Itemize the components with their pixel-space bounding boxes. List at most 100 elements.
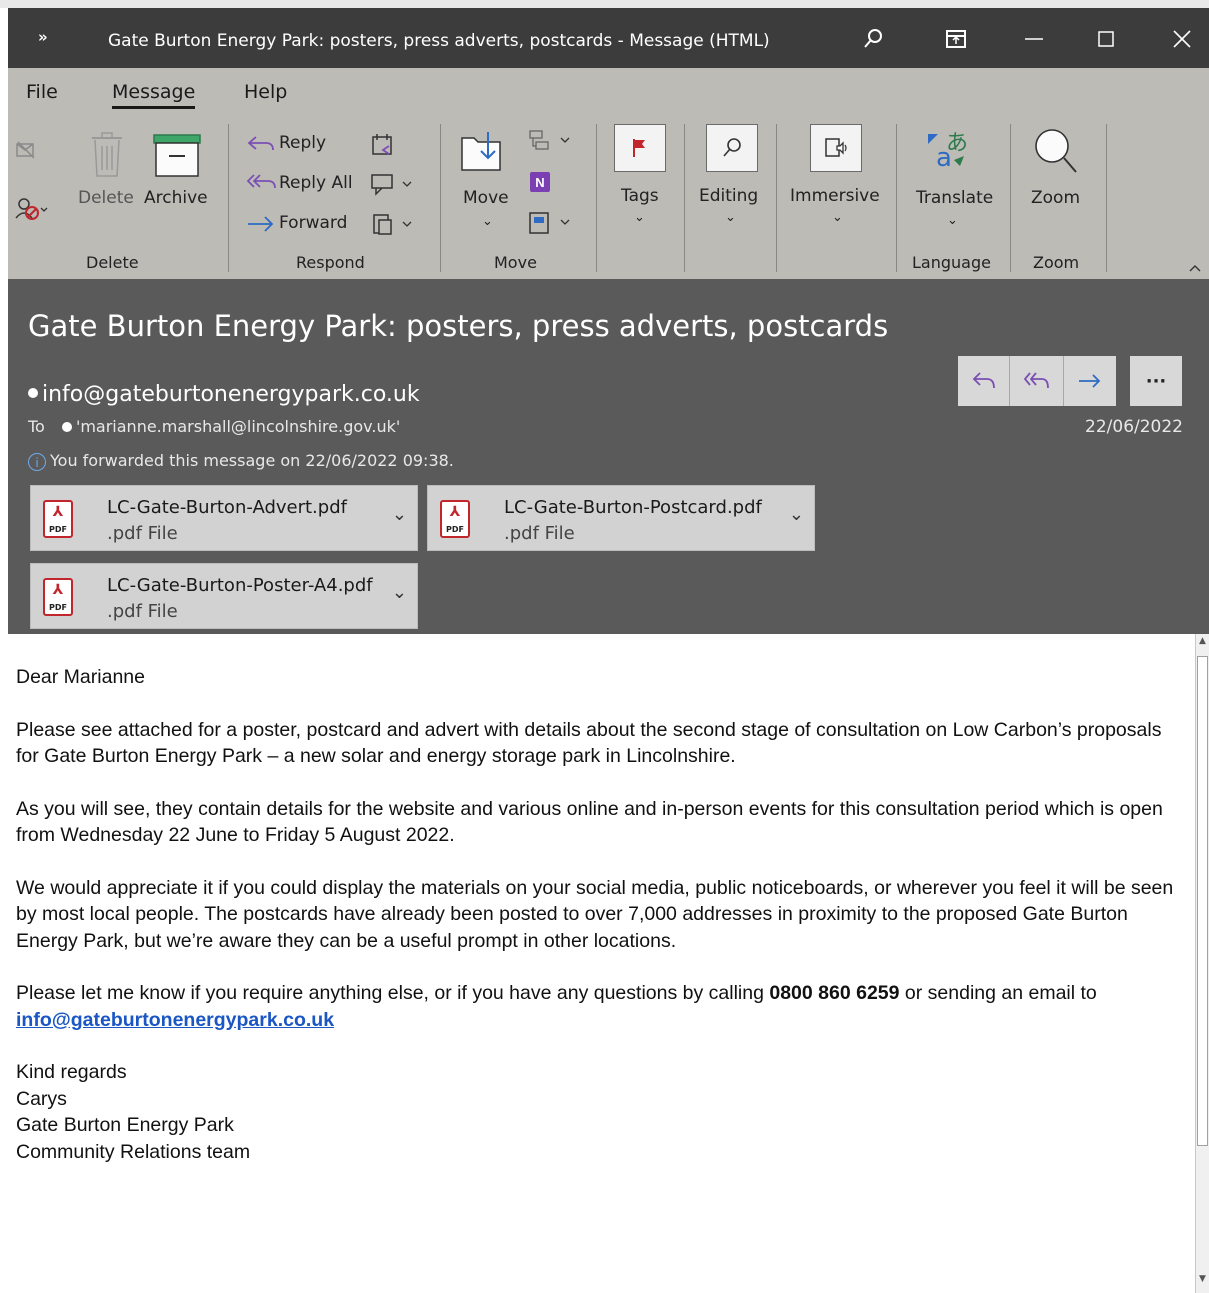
reply-all-icon — [1023, 372, 1049, 389]
ribbon-separator — [596, 124, 597, 272]
svg-text:N: N — [535, 175, 544, 190]
ribbon-separator — [896, 124, 897, 272]
message-date: 22/06/2022 — [1085, 417, 1183, 437]
meeting-reply-icon[interactable] — [370, 132, 396, 162]
collapse-ribbon-icon[interactable] — [1188, 258, 1202, 277]
zoom-icon[interactable] — [1032, 128, 1080, 180]
chevron-down-icon[interactable]: ⌄ — [392, 582, 407, 603]
body-paragraph: As you will see, they contain details fo… — [16, 797, 1163, 847]
greeting: Dear Marianne — [16, 666, 145, 688]
archive-icon[interactable] — [153, 134, 201, 182]
menu-file[interactable]: File — [26, 81, 58, 103]
sender-address[interactable]: info@gateburtonenergypark.co.uk — [42, 382, 420, 407]
flag-icon[interactable] — [614, 124, 666, 172]
pdf-icon: ⅄ PDF — [43, 578, 73, 616]
attachment-type: .pdf File — [107, 523, 178, 544]
forward-icon — [1079, 374, 1101, 388]
reply-icon — [972, 372, 995, 389]
ribbon: Delete Archive Delete Reply Reply All Fo… — [8, 114, 1209, 279]
group-label-zoom: Zoom — [1033, 253, 1080, 272]
attachment-name: LC-Gate-Burton-Poster-A4.pdf — [107, 575, 373, 596]
scroll-thumb[interactable] — [1197, 656, 1208, 1146]
reply-button[interactable]: Reply — [279, 133, 326, 153]
header-forward-button[interactable] — [1064, 356, 1116, 406]
body-paragraph: Please see attached for a poster, postca… — [16, 718, 1162, 768]
im-reply-icon[interactable] — [370, 172, 416, 200]
presence-dot-icon — [61, 421, 72, 432]
forward-button[interactable]: Forward — [279, 213, 347, 233]
svg-text:あ: あ — [946, 131, 968, 156]
menu-help[interactable]: Help — [244, 81, 287, 103]
more-actions-button[interactable]: ··· — [1130, 356, 1182, 406]
sender[interactable]: info@gateburtonenergypark.co.uk — [28, 382, 420, 407]
reply-all-button[interactable]: Reply All — [279, 173, 353, 193]
move-dropdown-chevron-icon[interactable]: ⌄ — [482, 214, 493, 229]
scroll-down-icon[interactable]: ▼ — [1196, 1274, 1209, 1290]
delete-button[interactable]: Delete — [78, 188, 134, 208]
search-icon[interactable] — [853, 22, 893, 56]
ribbon-separator — [228, 124, 229, 272]
reply-icon[interactable] — [246, 134, 276, 158]
tags-button[interactable]: Tags — [621, 186, 659, 206]
zoom-button[interactable]: Zoom — [1031, 188, 1080, 208]
sign-off: Kind regards — [16, 1061, 127, 1083]
email-link[interactable]: info@gateburtonenergypark.co.uk — [16, 1009, 334, 1031]
body-paragraph: We would appreciate it if you could disp… — [16, 876, 1174, 952]
ribbon-display-icon[interactable] — [936, 22, 976, 56]
more-respond-icon[interactable] — [370, 212, 416, 240]
trash-icon[interactable] — [90, 132, 124, 182]
attachment-card[interactable]: ⅄ PDF LC-Gate-Burton-Advert.pdf .pdf File… — [30, 485, 418, 551]
close-icon[interactable] — [1162, 22, 1202, 56]
to-label: To — [28, 417, 45, 436]
move-icon[interactable] — [460, 128, 510, 178]
translate-icon[interactable]: aあ — [924, 128, 968, 176]
editing-search-icon[interactable] — [706, 124, 758, 172]
immersive-button[interactable]: Immersive — [790, 186, 880, 206]
onenote-icon[interactable]: N — [528, 170, 554, 200]
presence-dot-icon — [28, 388, 38, 398]
block-sender-icon[interactable] — [14, 196, 50, 226]
actions-icon[interactable] — [528, 210, 574, 240]
pdf-icon: ⅄ PDF — [440, 500, 470, 538]
paragraph-text: Please let me know if you require anythi… — [16, 982, 770, 1004]
attachment-card[interactable]: ⅄ PDF LC-Gate-Burton-Poster-A4.pdf .pdf F… — [30, 563, 418, 629]
editing-chevron-icon[interactable]: ⌄ — [725, 210, 736, 225]
rules-icon[interactable] — [528, 128, 574, 158]
ignore-icon[interactable] — [14, 138, 38, 166]
scroll-up-icon[interactable]: ▲ — [1196, 636, 1209, 652]
header-reply-button[interactable] — [958, 356, 1010, 406]
attachment-card[interactable]: ⅄ PDF LC-Gate-Burton-Postcard.pdf .pdf Fi… — [427, 485, 815, 551]
archive-button[interactable]: Archive — [144, 188, 208, 208]
editing-button[interactable]: Editing — [699, 186, 758, 206]
top-strip — [0, 0, 1209, 8]
move-button[interactable]: Move — [463, 188, 509, 208]
body-paragraph: Please let me know if you require anythi… — [16, 980, 1186, 1033]
tags-chevron-icon[interactable]: ⌄ — [634, 210, 645, 225]
paragraph-text: or sending an email to — [899, 982, 1097, 1004]
chevron-down-icon[interactable]: ⌄ — [789, 504, 804, 525]
ribbon-separator — [684, 124, 685, 272]
vertical-scrollbar[interactable]: ▲ ▼ — [1195, 634, 1209, 1293]
pdf-icon: ⅄ PDF — [43, 500, 73, 538]
message-subject: Gate Burton Energy Park: posters, press … — [28, 309, 889, 343]
translate-button[interactable]: Translate — [916, 188, 993, 208]
recipient-line: To 'marianne.marshall@lincolnshire.gov.u… — [28, 417, 400, 436]
header-reply-all-button[interactable] — [1010, 356, 1064, 406]
immersive-reader-icon[interactable] — [810, 124, 862, 172]
expand-chevron-icon[interactable]: » — [38, 28, 48, 46]
reply-all-icon[interactable] — [246, 172, 278, 196]
chevron-down-icon[interactable]: ⌄ — [392, 504, 407, 525]
attachment-name: LC-Gate-Burton-Advert.pdf — [107, 497, 347, 518]
minimize-icon[interactable] — [1014, 22, 1054, 56]
ribbon-separator — [1106, 124, 1107, 272]
translate-chevron-icon[interactable]: ⌄ — [947, 213, 958, 228]
maximize-icon[interactable] — [1086, 22, 1126, 56]
message-body[interactable]: Dear Marianne Please see attached for a … — [0, 634, 1195, 1293]
menu-bar: File Message Help — [8, 68, 1209, 114]
recipient-address[interactable]: 'marianne.marshall@lincolnshire.gov.uk' — [76, 417, 400, 436]
immersive-chevron-icon[interactable]: ⌄ — [832, 210, 843, 225]
forward-icon[interactable] — [246, 214, 276, 238]
menu-message[interactable]: Message — [112, 81, 196, 109]
ribbon-separator — [440, 124, 441, 272]
window-title: Gate Burton Energy Park: posters, press … — [108, 31, 770, 51]
